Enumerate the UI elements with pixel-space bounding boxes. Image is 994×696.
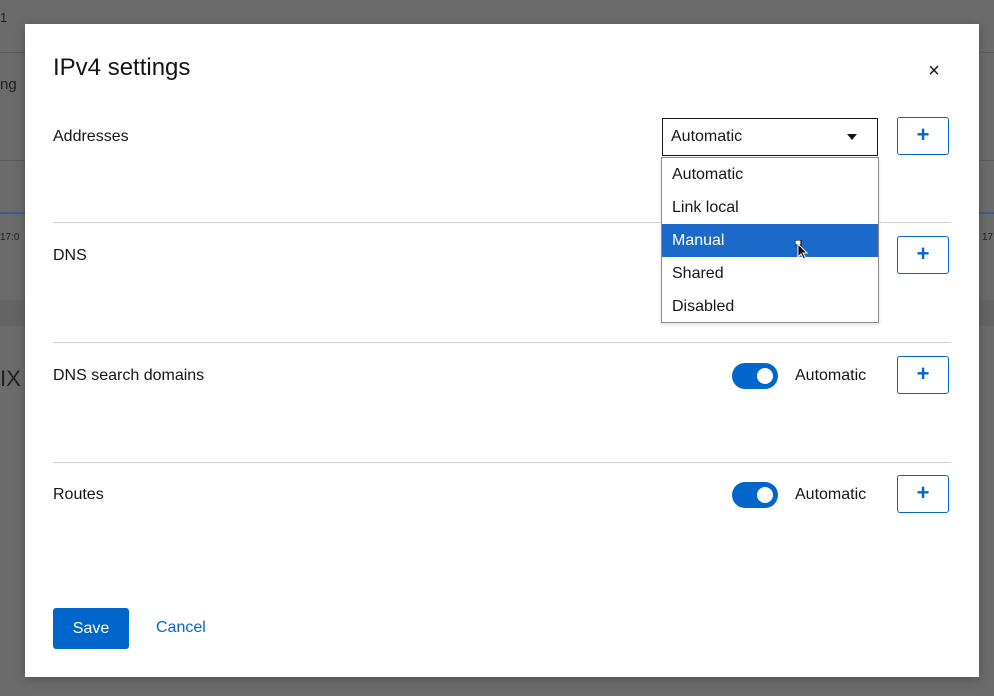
routes-automatic-toggle[interactable] xyxy=(732,482,778,508)
dns-search-automatic-toggle[interactable] xyxy=(732,363,778,389)
toggle-knob xyxy=(757,368,773,384)
menu-item-disabled[interactable]: Disabled xyxy=(662,290,878,323)
menu-item-shared[interactable]: Shared xyxy=(662,257,878,290)
menu-item-link-local[interactable]: Link local xyxy=(662,191,878,224)
bg-fragment: 1 xyxy=(0,10,8,25)
bg-chart-line xyxy=(979,212,994,214)
toggle-knob xyxy=(757,487,773,503)
section-divider xyxy=(53,462,951,463)
bg-fragment: ng xyxy=(0,76,17,93)
routes-label: Routes xyxy=(53,486,104,503)
mouse-pointer-icon xyxy=(795,240,809,260)
dialog-title: IPv4 settings xyxy=(53,54,191,81)
method-dropdown-menu: Automatic Link local Manual Shared Disab… xyxy=(661,157,879,323)
save-button[interactable]: Save xyxy=(53,608,129,649)
menu-item-automatic[interactable]: Automatic xyxy=(662,158,878,191)
select-value: Automatic xyxy=(671,128,743,145)
bg-fragment: IX xyxy=(0,366,21,391)
bg-fragment: 17 xyxy=(982,232,994,243)
section-divider xyxy=(53,342,951,343)
close-icon[interactable]: × xyxy=(923,60,945,82)
addresses-method-select[interactable]: Automatic xyxy=(662,118,878,156)
add-address-button[interactable]: + xyxy=(897,117,949,155)
caret-down-icon xyxy=(847,134,857,140)
ipv4-settings-dialog: IPv4 settings × Addresses Automatic + DN… xyxy=(25,24,979,677)
add-dns-button[interactable]: + xyxy=(897,236,949,274)
routes-toggle-label: Automatic xyxy=(795,486,867,503)
menu-item-manual[interactable]: Manual xyxy=(662,224,878,257)
dns-search-toggle-label: Automatic xyxy=(795,367,867,384)
add-route-button[interactable]: + xyxy=(897,475,949,513)
bg-chart-line xyxy=(0,212,25,214)
cancel-button[interactable]: Cancel xyxy=(156,619,206,637)
dns-label: DNS xyxy=(53,247,87,264)
bg-fragment: 17:0 xyxy=(0,232,20,243)
dns-search-domains-label: DNS search domains xyxy=(53,367,205,384)
addresses-label: Addresses xyxy=(53,128,129,145)
add-dns-search-button[interactable]: + xyxy=(897,356,949,394)
